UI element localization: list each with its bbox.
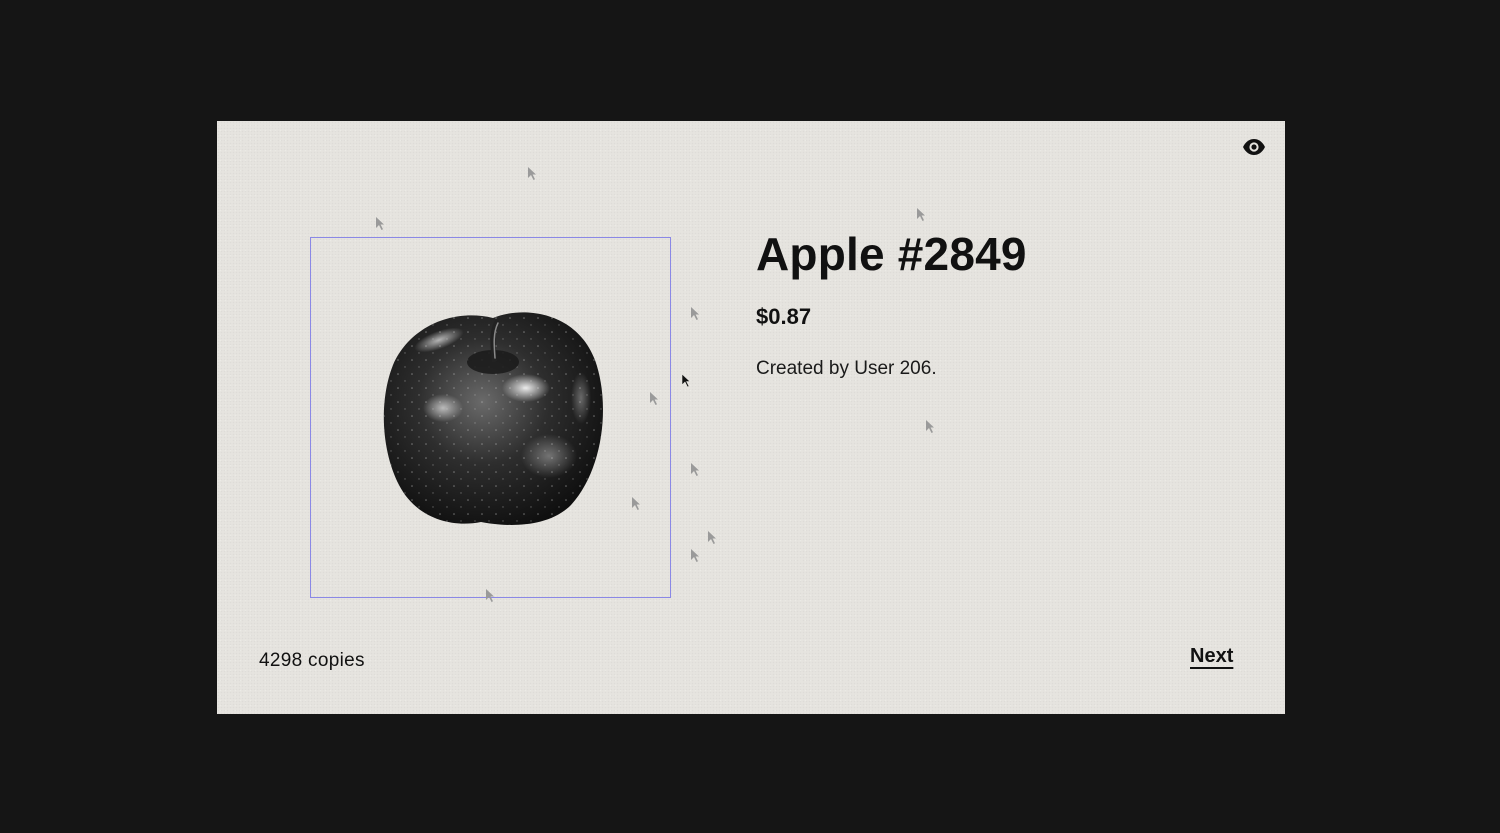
mouse-cursor-icon <box>681 373 691 388</box>
ghost-cursor-icon <box>691 463 699 476</box>
ghost-cursor-icon <box>650 392 658 405</box>
apple-image <box>383 312 603 525</box>
ghost-cursor-icon <box>917 208 925 221</box>
ghost-cursor-icon <box>528 167 536 180</box>
creator-text: Created by User 206. <box>756 358 937 379</box>
product-title: Apple #2849 <box>756 228 1027 280</box>
product-image-frame <box>310 237 671 598</box>
product-card: Apple #2849 $0.87 Created by User 206. 4… <box>217 121 1285 714</box>
ghost-cursor-icon <box>376 217 384 230</box>
ghost-cursor-icon <box>691 307 699 320</box>
copies-count: 4298 copies <box>259 650 365 671</box>
ghost-cursor-icon <box>691 549 699 562</box>
ghost-cursor-icon <box>632 497 640 510</box>
ghost-cursor-icon <box>926 420 934 433</box>
eye-icon[interactable] <box>1242 137 1266 157</box>
next-link[interactable]: Next <box>1190 645 1233 668</box>
ghost-cursor-icon <box>708 531 716 544</box>
product-price: $0.87 <box>756 304 812 329</box>
ghost-cursor-icon <box>486 589 494 602</box>
